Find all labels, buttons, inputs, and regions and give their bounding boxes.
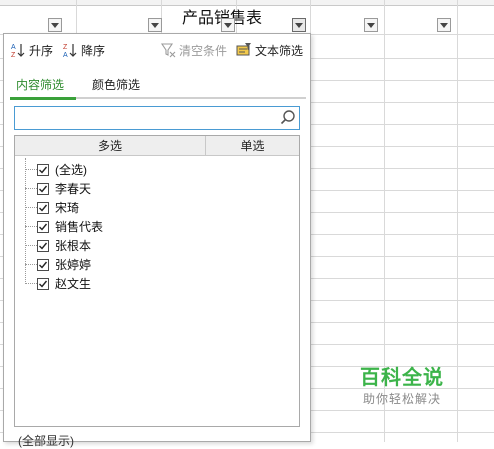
filter-dropdown-button[interactable] — [364, 18, 378, 32]
list-item-label: 赵文生 — [55, 277, 92, 291]
svg-text:A: A — [63, 52, 68, 58]
search-input[interactable] — [17, 109, 275, 127]
filter-dropdown-button-active[interactable] — [292, 18, 306, 32]
search-icon[interactable] — [279, 109, 297, 127]
checkmark-icon — [39, 280, 48, 288]
checkmark-icon — [39, 223, 48, 231]
list-item-label: 宋琦 — [55, 201, 80, 215]
sort-ascending-button[interactable]: A Z 升序 — [10, 41, 53, 59]
filter-dropdown-button[interactable] — [437, 18, 451, 32]
chevron-down-icon — [224, 22, 232, 28]
sort-descending-button[interactable]: Z A 降序 — [62, 41, 105, 59]
checkbox[interactable] — [37, 163, 49, 176]
tree-connector — [25, 188, 37, 189]
list-header: 多选 单选 — [15, 136, 299, 156]
list-item[interactable]: 张根本 — [25, 236, 91, 255]
list-item[interactable]: 赵文生 — [25, 274, 91, 293]
search-box — [14, 106, 300, 130]
tree-connector — [25, 207, 37, 208]
checkbox[interactable] — [37, 258, 49, 271]
list-item-label: 张婷婷 — [55, 258, 92, 272]
checkbox[interactable] — [37, 201, 49, 214]
funnel-clear-icon — [160, 42, 176, 58]
column-header-strip — [0, 0, 494, 6]
checkmark-icon — [39, 166, 48, 174]
filter-tabs: 内容筛选 颜色筛选 — [10, 74, 306, 100]
text-filter-button[interactable]: 文本筛选 — [236, 41, 303, 59]
sort-ascending-icon: A Z — [10, 42, 26, 58]
checkbox[interactable] — [37, 277, 49, 290]
tree-connector — [25, 283, 37, 284]
watermark: 百科全说 助你轻松解决 — [346, 366, 458, 416]
list-item[interactable]: (全选) — [25, 160, 87, 179]
checkbox[interactable] — [37, 239, 49, 252]
text-filter-icon — [236, 42, 252, 58]
multi-select-header[interactable]: 多选 — [15, 136, 205, 156]
list-item[interactable]: 销售代表 — [25, 217, 103, 236]
sort-descending-icon: Z A — [62, 42, 78, 58]
clear-conditions-label: 清空条件 — [179, 43, 228, 58]
checkmark-icon — [39, 242, 48, 250]
filter-value-list: 多选 单选 (全选) 李春天 宋琦 销售代表 张根本 张婷婷 赵文生 — [14, 135, 300, 427]
list-item-label: 张根本 — [55, 239, 92, 253]
checkbox[interactable] — [37, 220, 49, 233]
filter-toolbar: A Z 升序 Z A 降序 清空条件 文本筛选 — [4, 34, 310, 66]
show-all-text[interactable]: (全部显示) — [18, 432, 74, 449]
filter-panel: A Z 升序 Z A 降序 清空条件 文本筛选 内容筛选 颜色筛选 多选 单选 … — [3, 33, 311, 448]
checkmark-icon — [39, 261, 48, 269]
list-item-label: 李春天 — [55, 182, 92, 196]
svg-text:Z: Z — [63, 44, 68, 51]
filter-dropdown-button[interactable] — [221, 18, 235, 32]
chevron-down-icon — [367, 22, 375, 28]
watermark-logo: 百科全说 — [360, 367, 444, 389]
checkmark-icon — [39, 204, 48, 212]
svg-text:Z: Z — [11, 52, 16, 58]
tree-connector — [25, 245, 37, 246]
chevron-down-icon — [51, 22, 59, 28]
chevron-down-icon — [295, 22, 303, 28]
clear-conditions-button[interactable]: 清空条件 — [160, 41, 227, 59]
watermark-tagline: 助你轻松解决 — [362, 392, 441, 406]
filter-dropdown-button[interactable] — [48, 18, 62, 32]
tab-active-indicator — [10, 97, 76, 100]
list-item[interactable]: 宋琦 — [25, 198, 79, 217]
sort-descending-label: 降序 — [81, 43, 106, 58]
text-filter-label: 文本筛选 — [255, 43, 304, 58]
chevron-down-icon — [440, 22, 448, 28]
chevron-down-icon — [151, 22, 159, 28]
checkmark-icon — [39, 185, 48, 193]
sort-ascending-label: 升序 — [29, 43, 54, 58]
list-item[interactable]: 张婷婷 — [25, 255, 91, 274]
list-item-label: 销售代表 — [55, 220, 104, 234]
list-item-label: (全选) — [55, 163, 87, 177]
tree-connector — [25, 226, 37, 227]
tree-connector — [25, 169, 37, 170]
tree-connector — [25, 264, 37, 265]
checkbox[interactable] — [37, 182, 49, 195]
list-item[interactable]: 李春天 — [25, 179, 91, 198]
filter-dropdown-button[interactable] — [148, 18, 162, 32]
svg-text:A: A — [11, 44, 16, 51]
single-select-header[interactable]: 单选 — [206, 136, 299, 156]
tab-color-filter[interactable]: 颜色筛选 — [92, 74, 140, 96]
tab-content-filter[interactable]: 内容筛选 — [16, 74, 64, 96]
